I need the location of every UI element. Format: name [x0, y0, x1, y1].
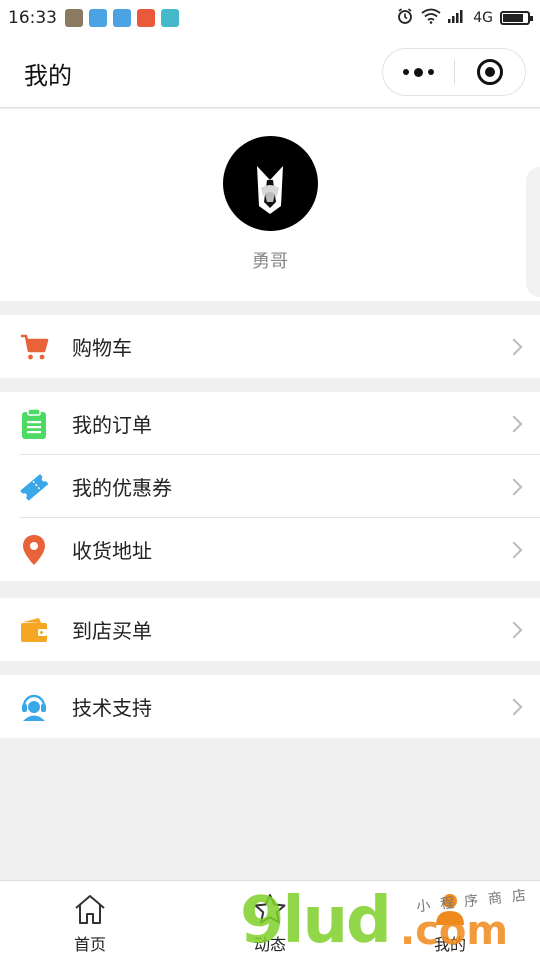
menu-item-in-store-pay[interactable]: 到店买单 [0, 598, 540, 661]
menu-group-support: 技术支持 [0, 675, 540, 738]
chevron-right-icon [505, 541, 523, 558]
close-miniprogram-button[interactable] [455, 49, 525, 95]
app-notification-icon [65, 9, 83, 27]
clipboard-icon [18, 407, 50, 440]
wifi-icon [421, 8, 441, 28]
more-dot-icon [414, 67, 423, 77]
side-drawer-handle[interactable] [526, 167, 540, 297]
status-time: 16:33 [8, 8, 57, 28]
battery-icon [500, 11, 533, 25]
home-icon [72, 891, 108, 927]
location-pin-icon [18, 534, 50, 566]
menu-item-address[interactable]: 收货地址 [0, 518, 540, 581]
menu-item-support[interactable]: 技术支持 [0, 675, 540, 738]
tab-home[interactable]: 首页 [0, 881, 180, 960]
ticket-icon [18, 471, 50, 503]
more-dot-icon [428, 69, 434, 75]
menu-label-orders: 我的订单 [72, 413, 152, 437]
status-bar: 16:33 4G [0, 0, 540, 36]
avatar[interactable] [223, 136, 318, 231]
chevron-right-icon [505, 698, 523, 715]
username: 勇哥 [252, 251, 288, 272]
menu-label-in-store-pay: 到店买单 [72, 619, 152, 643]
miniprogram-capsule [382, 48, 526, 96]
wallet-icon [18, 614, 50, 646]
menu-label-address: 收货地址 [72, 539, 152, 563]
page-title: 我的 [24, 62, 72, 90]
shopping-cart-icon [18, 331, 50, 363]
alarm-icon [396, 7, 414, 29]
target-icon [476, 59, 503, 85]
network-type: 4G [473, 10, 493, 26]
status-right: 4G [396, 7, 533, 29]
tab-label-mine: 我的 [433, 935, 466, 954]
message-notification-icon [113, 9, 131, 27]
menu-group-store: 到店买单 [0, 598, 540, 661]
shop-notification-icon [137, 9, 155, 27]
nav-bar: 我的 [0, 36, 540, 108]
more-button[interactable] [383, 49, 454, 95]
menu-label-coupons: 我的优惠券 [72, 476, 172, 500]
menu-item-orders[interactable]: 我的订单 [0, 392, 540, 455]
menu-item-coupons[interactable]: 我的优惠券 [0, 455, 540, 518]
battery-level [503, 14, 524, 22]
tab-mine[interactable]: 我的 [360, 881, 540, 960]
scan-notification-icon [161, 9, 179, 27]
chevron-right-icon [505, 478, 523, 495]
star-icon [252, 891, 288, 927]
menu-group-cart: 购物车 [0, 315, 540, 378]
message-notification-icon [89, 9, 107, 27]
tab-bar: 首页 动态 我的 [0, 880, 540, 960]
menu-item-cart[interactable]: 购物车 [0, 315, 540, 378]
customer-service-icon [18, 691, 50, 723]
menu-label-support: 技术支持 [72, 696, 152, 720]
signal-icon [448, 9, 466, 27]
tab-feed[interactable]: 动态 [180, 881, 360, 960]
tab-label-feed: 动态 [253, 935, 286, 954]
chevron-right-icon [505, 338, 523, 355]
tab-label-home: 首页 [73, 935, 106, 954]
more-dot-icon [403, 69, 409, 75]
menu-group-account: 我的订单 我的优惠券 收货地址 [0, 392, 540, 581]
profile-header: 勇哥 [0, 109, 540, 301]
chevron-right-icon [505, 415, 523, 432]
chevron-right-icon [505, 621, 523, 638]
user-icon [432, 891, 468, 927]
menu-label-cart: 购物车 [72, 336, 132, 360]
